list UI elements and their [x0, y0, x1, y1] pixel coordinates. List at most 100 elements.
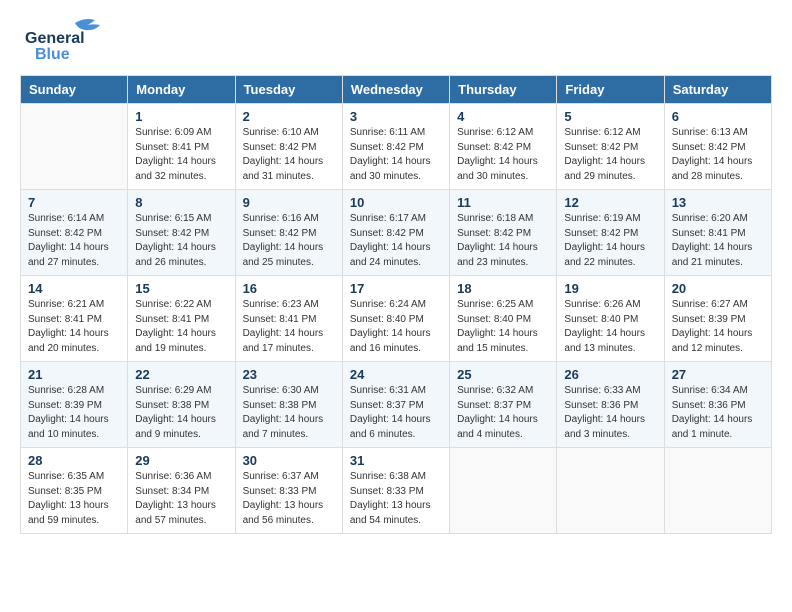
- calendar-table: SundayMondayTuesdayWednesdayThursdayFrid…: [20, 75, 772, 534]
- day-info: Sunrise: 6:37 AM Sunset: 8:33 PM Dayligh…: [243, 470, 335, 528]
- calendar-cell: 1 Sunrise: 6:09 AM Sunset: 8:41 PM Daylig…: [128, 104, 235, 190]
- day-info: Sunrise: 6:12 AM Sunset: 8:42 PM Dayligh…: [457, 126, 549, 184]
- calendar-cell: 23 Sunrise: 6:30 AM Sunset: 8:38 PM Dayli…: [235, 362, 342, 448]
- day-info: Sunrise: 6:25 AM Sunset: 8:40 PM Dayligh…: [457, 298, 549, 356]
- day-number: 11: [457, 195, 549, 210]
- day-number: 5: [564, 109, 656, 124]
- day-number: 14: [28, 281, 120, 296]
- day-number: 3: [350, 109, 442, 124]
- day-info: Sunrise: 6:31 AM Sunset: 8:37 PM Dayligh…: [350, 384, 442, 442]
- logo-svg: General Blue: [20, 15, 110, 65]
- day-number: 2: [243, 109, 335, 124]
- day-number: 10: [350, 195, 442, 210]
- weekday-header-sunday: Sunday: [21, 76, 128, 104]
- day-info: Sunrise: 6:34 AM Sunset: 8:36 PM Dayligh…: [672, 384, 764, 442]
- day-info: Sunrise: 6:24 AM Sunset: 8:40 PM Dayligh…: [350, 298, 442, 356]
- day-info: Sunrise: 6:15 AM Sunset: 8:42 PM Dayligh…: [135, 212, 227, 270]
- calendar-cell: 12 Sunrise: 6:19 AM Sunset: 8:42 PM Dayli…: [557, 190, 664, 276]
- day-number: 9: [243, 195, 335, 210]
- calendar-cell: 10 Sunrise: 6:17 AM Sunset: 8:42 PM Dayli…: [342, 190, 449, 276]
- calendar-cell: 3 Sunrise: 6:11 AM Sunset: 8:42 PM Daylig…: [342, 104, 449, 190]
- day-number: 12: [564, 195, 656, 210]
- calendar-cell: 5Sunrise: 6:12 AM Sunset: 8:42 PM Daylig…: [557, 104, 664, 190]
- calendar-cell: 30 Sunrise: 6:37 AM Sunset: 8:33 PM Dayli…: [235, 448, 342, 534]
- calendar-cell: 24 Sunrise: 6:31 AM Sunset: 8:37 PM Dayli…: [342, 362, 449, 448]
- calendar-cell: 22 Sunrise: 6:29 AM Sunset: 8:38 PM Dayli…: [128, 362, 235, 448]
- calendar-cell: [21, 104, 128, 190]
- day-number: 23: [243, 367, 335, 382]
- day-number: 1: [135, 109, 227, 124]
- day-info: Sunrise: 6:11 AM Sunset: 8:42 PM Dayligh…: [350, 126, 442, 184]
- svg-text:General: General: [25, 30, 85, 47]
- day-info: Sunrise: 6:38 AM Sunset: 8:33 PM Dayligh…: [350, 470, 442, 528]
- day-info: Sunrise: 6:28 AM Sunset: 8:39 PM Dayligh…: [28, 384, 120, 442]
- weekday-header-monday: Monday: [128, 76, 235, 104]
- day-info: Sunrise: 6:20 AM Sunset: 8:41 PM Dayligh…: [672, 212, 764, 270]
- calendar-cell: 26 Sunrise: 6:33 AM Sunset: 8:36 PM Dayli…: [557, 362, 664, 448]
- day-number: 31: [350, 453, 442, 468]
- calendar-cell: 29 Sunrise: 6:36 AM Sunset: 8:34 PM Dayli…: [128, 448, 235, 534]
- weekday-header-friday: Friday: [557, 76, 664, 104]
- day-info: Sunrise: 6:18 AM Sunset: 8:42 PM Dayligh…: [457, 212, 549, 270]
- day-number: 16: [243, 281, 335, 296]
- weekday-header-thursday: Thursday: [450, 76, 557, 104]
- calendar-cell: 25 Sunrise: 6:32 AM Sunset: 8:37 PM Dayli…: [450, 362, 557, 448]
- day-number: 28: [28, 453, 120, 468]
- calendar-cell: 27 Sunrise: 6:34 AM Sunset: 8:36 PM Dayli…: [664, 362, 771, 448]
- calendar-cell: 11 Sunrise: 6:18 AM Sunset: 8:42 PM Dayli…: [450, 190, 557, 276]
- day-info: Sunrise: 6:10 AM Sunset: 8:42 PM Dayligh…: [243, 126, 335, 184]
- day-info: Sunrise: 6:22 AM Sunset: 8:41 PM Dayligh…: [135, 298, 227, 356]
- day-info: Sunrise: 6:32 AM Sunset: 8:37 PM Dayligh…: [457, 384, 549, 442]
- day-info: Sunrise: 6:19 AM Sunset: 8:42 PM Dayligh…: [564, 212, 656, 270]
- calendar-cell: 28Sunrise: 6:35 AM Sunset: 8:35 PM Dayli…: [21, 448, 128, 534]
- day-number: 25: [457, 367, 549, 382]
- calendar-cell: [664, 448, 771, 534]
- calendar-cell: 6Sunrise: 6:13 AM Sunset: 8:42 PM Daylig…: [664, 104, 771, 190]
- day-info: Sunrise: 6:14 AM Sunset: 8:42 PM Dayligh…: [28, 212, 120, 270]
- weekday-header-tuesday: Tuesday: [235, 76, 342, 104]
- day-info: Sunrise: 6:29 AM Sunset: 8:38 PM Dayligh…: [135, 384, 227, 442]
- day-number: 19: [564, 281, 656, 296]
- day-number: 26: [564, 367, 656, 382]
- calendar-cell: 4Sunrise: 6:12 AM Sunset: 8:42 PM Daylig…: [450, 104, 557, 190]
- logo: General Blue: [20, 15, 110, 65]
- day-number: 15: [135, 281, 227, 296]
- calendar-cell: 31 Sunrise: 6:38 AM Sunset: 8:33 PM Dayli…: [342, 448, 449, 534]
- day-info: Sunrise: 6:27 AM Sunset: 8:39 PM Dayligh…: [672, 298, 764, 356]
- day-info: Sunrise: 6:30 AM Sunset: 8:38 PM Dayligh…: [243, 384, 335, 442]
- calendar-cell: 8 Sunrise: 6:15 AM Sunset: 8:42 PM Daylig…: [128, 190, 235, 276]
- day-info: Sunrise: 6:36 AM Sunset: 8:34 PM Dayligh…: [135, 470, 227, 528]
- day-number: 27: [672, 367, 764, 382]
- day-info: Sunrise: 6:16 AM Sunset: 8:42 PM Dayligh…: [243, 212, 335, 270]
- calendar-cell: 17 Sunrise: 6:24 AM Sunset: 8:40 PM Dayli…: [342, 276, 449, 362]
- calendar-cell: 16 Sunrise: 6:23 AM Sunset: 8:41 PM Dayli…: [235, 276, 342, 362]
- calendar-cell: 7Sunrise: 6:14 AM Sunset: 8:42 PM Daylig…: [21, 190, 128, 276]
- calendar-cell: 13 Sunrise: 6:20 AM Sunset: 8:41 PM Dayli…: [664, 190, 771, 276]
- calendar-cell: 15 Sunrise: 6:22 AM Sunset: 8:41 PM Dayli…: [128, 276, 235, 362]
- calendar-cell: 20Sunrise: 6:27 AM Sunset: 8:39 PM Dayli…: [664, 276, 771, 362]
- calendar-cell: 21 Sunrise: 6:28 AM Sunset: 8:39 PM Dayli…: [21, 362, 128, 448]
- day-number: 13: [672, 195, 764, 210]
- day-info: Sunrise: 6:33 AM Sunset: 8:36 PM Dayligh…: [564, 384, 656, 442]
- day-info: Sunrise: 6:17 AM Sunset: 8:42 PM Dayligh…: [350, 212, 442, 270]
- day-info: Sunrise: 6:09 AM Sunset: 8:41 PM Dayligh…: [135, 126, 227, 184]
- calendar-cell: [557, 448, 664, 534]
- svg-text:Blue: Blue: [35, 46, 70, 63]
- calendar-cell: 14 Sunrise: 6:21 AM Sunset: 8:41 PM Dayli…: [21, 276, 128, 362]
- calendar-cell: [450, 448, 557, 534]
- day-number: 18: [457, 281, 549, 296]
- day-info: Sunrise: 6:26 AM Sunset: 8:40 PM Dayligh…: [564, 298, 656, 356]
- day-number: 24: [350, 367, 442, 382]
- calendar-cell: 2 Sunrise: 6:10 AM Sunset: 8:42 PM Daylig…: [235, 104, 342, 190]
- day-number: 17: [350, 281, 442, 296]
- calendar-cell: 9 Sunrise: 6:16 AM Sunset: 8:42 PM Daylig…: [235, 190, 342, 276]
- day-info: Sunrise: 6:13 AM Sunset: 8:42 PM Dayligh…: [672, 126, 764, 184]
- day-number: 21: [28, 367, 120, 382]
- day-info: Sunrise: 6:21 AM Sunset: 8:41 PM Dayligh…: [28, 298, 120, 356]
- calendar-cell: 18 Sunrise: 6:25 AM Sunset: 8:40 PM Dayli…: [450, 276, 557, 362]
- day-number: 8: [135, 195, 227, 210]
- day-number: 29: [135, 453, 227, 468]
- day-number: 30: [243, 453, 335, 468]
- day-info: Sunrise: 6:23 AM Sunset: 8:41 PM Dayligh…: [243, 298, 335, 356]
- day-number: 22: [135, 367, 227, 382]
